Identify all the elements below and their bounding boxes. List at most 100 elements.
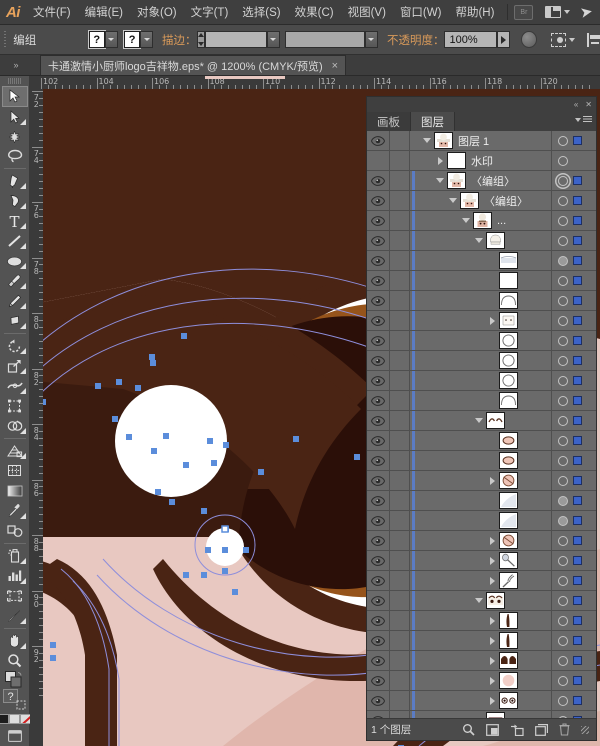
menu-effect[interactable]: 效果(C) xyxy=(288,0,341,25)
layer-row[interactable] xyxy=(367,651,596,671)
lock-toggle[interactable] xyxy=(390,191,410,210)
layer-name[interactable]: 〈编组〉 xyxy=(484,193,528,209)
lock-toggle[interactable] xyxy=(390,411,410,430)
close-panel-icon[interactable]: ✕ xyxy=(585,100,592,109)
target-circle-icon[interactable] xyxy=(558,535,568,546)
visibility-eye-icon[interactable] xyxy=(367,571,390,590)
layer-row[interactable] xyxy=(367,591,596,611)
selection-square-icon[interactable] xyxy=(573,296,582,305)
toolbox-grip[interactable] xyxy=(7,78,22,85)
selection-tool[interactable] xyxy=(1,86,28,107)
selection-square-icon[interactable] xyxy=(573,616,582,625)
shape-builder-tool[interactable] xyxy=(2,416,28,436)
stroke-weight-field[interactable] xyxy=(204,31,267,48)
color-swatches[interactable] xyxy=(0,713,31,724)
layer-row[interactable] xyxy=(367,551,596,571)
menu-view[interactable]: 视图(V) xyxy=(341,0,393,25)
menu-edit[interactable]: 编辑(E) xyxy=(78,0,130,25)
panel-menu-icon[interactable] xyxy=(575,116,592,123)
selection-square-icon[interactable] xyxy=(573,676,582,685)
layer-row[interactable] xyxy=(367,631,596,651)
layer-row[interactable] xyxy=(367,611,596,631)
tab-layers[interactable]: 图层 xyxy=(411,112,455,131)
layer-row-body[interactable]: 〈编组〉 xyxy=(410,191,551,210)
visibility-eye-icon[interactable] xyxy=(367,431,390,450)
disclosure-right-icon[interactable] xyxy=(485,556,499,565)
disclosure-right-icon[interactable] xyxy=(485,636,499,645)
selection-square-icon[interactable] xyxy=(573,256,582,265)
layer-row-body[interactable] xyxy=(410,531,551,550)
align-icon[interactable] xyxy=(587,32,600,47)
lock-toggle[interactable] xyxy=(390,271,410,290)
lasso-tool[interactable] xyxy=(2,147,28,167)
selection-square-icon[interactable] xyxy=(573,536,582,545)
layer-row-body[interactable] xyxy=(410,631,551,650)
layer-row[interactable] xyxy=(367,311,596,331)
visibility-eye-icon[interactable] xyxy=(367,391,390,410)
layer-row[interactable] xyxy=(367,351,596,371)
stroke-weight-dropdown[interactable] xyxy=(266,31,280,48)
brush-definition-dropdown[interactable] xyxy=(364,31,378,48)
visibility-eye-icon[interactable] xyxy=(367,231,390,250)
target-circle-icon[interactable] xyxy=(558,175,568,186)
layer-row-body[interactable] xyxy=(410,491,551,510)
layer-row[interactable] xyxy=(367,471,596,491)
gradient-tool[interactable] xyxy=(2,481,28,501)
layer-row-body[interactable] xyxy=(410,651,551,670)
lock-toggle[interactable] xyxy=(390,131,410,150)
disclosure-right-icon[interactable] xyxy=(485,696,499,705)
lock-toggle[interactable] xyxy=(390,331,410,350)
visibility-eye-icon[interactable] xyxy=(367,331,390,350)
selection-square-icon[interactable] xyxy=(573,136,582,145)
menu-type[interactable]: 文字(T) xyxy=(184,0,236,25)
type-tool[interactable]: T xyxy=(2,211,28,231)
target-circle-icon[interactable] xyxy=(558,655,568,666)
layer-row[interactable]: 水印 xyxy=(367,151,596,171)
transform-icon[interactable] xyxy=(551,32,567,47)
selection-square-icon[interactable] xyxy=(573,336,582,345)
selection-square-icon[interactable] xyxy=(573,556,582,565)
menu-file[interactable]: 文件(F) xyxy=(26,0,78,25)
visibility-eye-icon[interactable] xyxy=(367,511,390,530)
lock-toggle[interactable] xyxy=(390,691,410,710)
eraser-tool[interactable] xyxy=(2,311,28,331)
rotate-tool[interactable] xyxy=(2,336,28,356)
lock-toggle[interactable] xyxy=(390,311,410,330)
symbol-sprayer-tool[interactable] xyxy=(2,546,28,566)
collapse-panel-icon[interactable]: « xyxy=(574,100,578,109)
disclosure-down-icon[interactable] xyxy=(459,218,473,223)
selection-square-icon[interactable] xyxy=(573,716,582,718)
layer-row-body[interactable] xyxy=(410,451,551,470)
selection-square-icon[interactable] xyxy=(573,376,582,385)
stroke-color-swatch[interactable]: ? xyxy=(123,30,141,49)
free-transform-tool[interactable] xyxy=(2,396,28,416)
disclosure-down-icon[interactable] xyxy=(472,238,486,243)
curvature-tool[interactable] xyxy=(2,191,28,211)
layer-row[interactable] xyxy=(367,371,596,391)
pencil-tool[interactable] xyxy=(2,291,28,311)
disclosure-right-icon[interactable] xyxy=(485,536,499,545)
opacity-slider-button[interactable] xyxy=(496,31,510,48)
disclosure-down-icon[interactable] xyxy=(433,178,447,183)
hand-tool[interactable] xyxy=(2,631,28,651)
layer-row-body[interactable]: ... xyxy=(410,211,551,230)
layer-row[interactable] xyxy=(367,431,596,451)
layer-row-body[interactable] xyxy=(410,611,551,630)
visibility-eye-icon[interactable] xyxy=(367,711,390,718)
layer-row[interactable] xyxy=(367,691,596,711)
lock-toggle[interactable] xyxy=(390,571,410,590)
create-new-layer-icon[interactable] xyxy=(535,723,548,736)
layer-row[interactable] xyxy=(367,531,596,551)
tab-artboards[interactable]: 画板 xyxy=(367,112,411,131)
target-circle-icon[interactable] xyxy=(558,495,568,506)
lock-toggle[interactable] xyxy=(390,611,410,630)
zoom-tool[interactable] xyxy=(2,651,28,671)
lock-toggle[interactable] xyxy=(390,251,410,270)
disclosure-down-icon[interactable] xyxy=(446,198,460,203)
selection-square-icon[interactable] xyxy=(573,596,582,605)
target-circle-icon[interactable] xyxy=(558,555,568,566)
fill-dropdown-button[interactable] xyxy=(104,31,118,48)
layer-row-body[interactable] xyxy=(410,691,551,710)
layer-row-body[interactable] xyxy=(410,391,551,410)
target-circle-icon[interactable] xyxy=(558,695,568,706)
